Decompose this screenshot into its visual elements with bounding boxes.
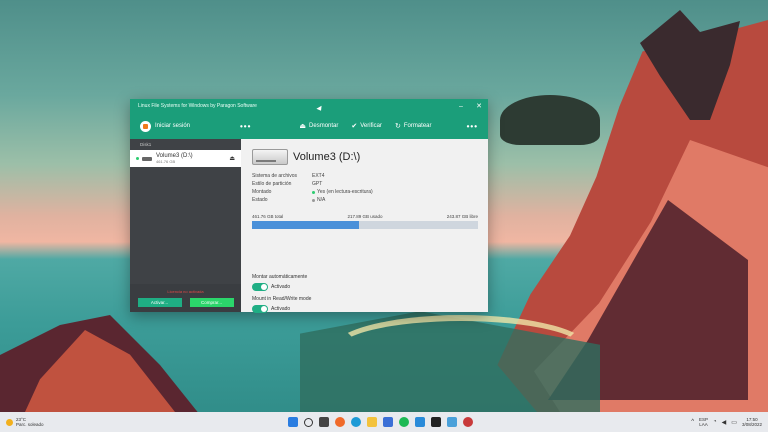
rw-mode-toggle[interactable] xyxy=(252,305,268,313)
check-icon: ✔ xyxy=(351,123,358,130)
toolbar: Iniciar sesión ••• ⏏ Desmontar ✔ Verific… xyxy=(130,113,488,139)
window-title: Linux File Systems for Windows by Parago… xyxy=(138,103,257,109)
wallpaper-foam xyxy=(330,315,592,387)
app-extra-icon[interactable] xyxy=(463,417,473,427)
clock-date: 3/08/2022 xyxy=(741,422,762,427)
app-window: Linux File Systems for Windows by Parago… xyxy=(130,99,488,313)
property-row: Estado N/A xyxy=(252,196,478,204)
license-warning: Licencia no activada xyxy=(167,289,204,294)
weather-desc: Parc. soleado xyxy=(16,422,44,427)
properties-list: Sistema de archivos EXT4 Estilo de parti… xyxy=(252,172,478,204)
sidebar: Disk1 Volume3 (D:\) 461.76 GB ⏏ Licencia… xyxy=(130,139,241,312)
taskbar: 23°C Parc. soleado ^ ESP LAA ◔ ◀ ▭ 17:50… xyxy=(0,412,768,432)
sidebar-item-volume3[interactable]: Volume3 (D:\) 461.76 GB ⏏ xyxy=(130,150,241,167)
language-indicator[interactable]: ESP LAA xyxy=(699,417,708,427)
chevron-up-icon[interactable]: ^ xyxy=(691,419,694,425)
property-value: GPT xyxy=(312,181,323,187)
disk-header: Disk1 xyxy=(140,142,152,147)
auto-mount-label: Montar automáticamente xyxy=(252,274,308,280)
unmount-button[interactable]: ⏏ Desmontar xyxy=(299,122,338,130)
vscode-icon[interactable] xyxy=(415,417,425,427)
license-panel: Licencia no activada Activar... Comprar.… xyxy=(130,284,241,312)
more-left-button[interactable]: ••• xyxy=(240,122,251,131)
spotify-icon[interactable] xyxy=(399,417,409,427)
task-view-icon[interactable] xyxy=(319,417,329,427)
buy-button[interactable]: Comprar... xyxy=(189,298,234,307)
store-icon[interactable] xyxy=(383,417,393,427)
status-dot-icon xyxy=(312,190,315,194)
terminal-icon[interactable] xyxy=(431,417,441,427)
wallpaper-tree xyxy=(500,95,600,145)
weather-widget[interactable]: 23°C Parc. soleado xyxy=(0,417,126,427)
sun-icon xyxy=(6,418,13,426)
edge-icon[interactable] xyxy=(351,417,361,427)
eject-icon[interactable]: ⏏ xyxy=(229,155,235,162)
property-row: Estilo de partición GPT xyxy=(252,180,478,188)
usage-legend: 461.76 GB total 217.89 GB usado 243.87 G… xyxy=(252,214,478,219)
taskbar-apps xyxy=(288,417,473,427)
property-key: Sistema de archivos xyxy=(252,173,298,179)
auto-mount-state: Activado xyxy=(271,284,291,290)
property-key: Estilo de partición xyxy=(252,181,292,187)
volume-icon[interactable]: ◀ xyxy=(722,419,727,426)
rw-mode-label: Mount in Read/Write mode xyxy=(252,296,312,302)
rw-mode-state: Activado xyxy=(271,306,291,312)
search-icon[interactable] xyxy=(304,417,313,427)
system-tray: ^ ESP LAA ◔ ◀ ▭ 17:50 3/08/2022 xyxy=(691,417,768,427)
battery-icon[interactable]: ▭ xyxy=(731,419,737,426)
property-row: Montado Yes (en lectura-escritura) xyxy=(252,188,478,196)
usage-bar-fill xyxy=(252,221,359,229)
auto-mount-toggle[interactable] xyxy=(252,283,268,291)
volume-title: Volume3 (D:\) xyxy=(293,151,361,163)
usage-used: 217.89 GB usado xyxy=(347,214,383,219)
file-explorer-icon[interactable] xyxy=(367,417,377,427)
hard-drive-icon xyxy=(252,149,288,165)
mount-options: Montar automáticamente Activado Mount in… xyxy=(252,269,311,313)
usage-bar xyxy=(252,221,478,229)
unmount-label: Desmontar xyxy=(309,123,339,129)
mounted-status-icon xyxy=(136,157,139,160)
wifi-icon[interactable]: ◔ xyxy=(713,419,717,425)
property-value: EXT4 xyxy=(312,173,325,179)
minimize-button[interactable]: – xyxy=(452,99,470,113)
signin-button[interactable]: Iniciar sesión xyxy=(155,123,190,129)
eject-icon: ⏏ xyxy=(299,123,307,130)
verify-button[interactable]: ✔ Verificar xyxy=(351,122,382,130)
title-bar[interactable]: Linux File Systems for Windows by Parago… xyxy=(130,99,488,113)
drive-icon xyxy=(142,156,152,161)
property-value: N/A xyxy=(317,197,326,203)
status-dot-icon xyxy=(312,198,315,202)
clock[interactable]: 17:50 3/08/2022 xyxy=(742,417,762,427)
property-key: Montado xyxy=(252,189,272,195)
volume-details: Volume3 (D:\) Sistema de archivos EXT4 E… xyxy=(241,139,488,313)
usage-total: 461.76 GB total xyxy=(252,214,284,219)
volume-size: 461.76 GB xyxy=(156,159,176,164)
lang-bottom: LAA xyxy=(699,422,708,427)
format-button[interactable]: ↻ Formatear xyxy=(395,122,432,130)
verify-label: Verificar xyxy=(360,123,382,129)
photos-icon[interactable] xyxy=(447,417,457,427)
paragon-logo-icon xyxy=(140,120,151,132)
property-value: Yes (en lectura-escritura) xyxy=(317,189,373,195)
format-label: Formatear xyxy=(403,123,432,129)
windows-start-icon[interactable] xyxy=(288,417,298,427)
activate-button[interactable]: Activar... xyxy=(137,298,182,307)
property-row: Sistema de archivos EXT4 xyxy=(252,172,478,180)
property-key: Estado xyxy=(252,197,268,203)
more-right-button[interactable]: ••• xyxy=(467,122,478,131)
close-button[interactable]: ✕ xyxy=(470,99,488,113)
refresh-icon: ↻ xyxy=(394,123,401,130)
usage-free: 243.87 GB libre xyxy=(446,214,478,219)
firefox-icon[interactable] xyxy=(335,417,345,427)
